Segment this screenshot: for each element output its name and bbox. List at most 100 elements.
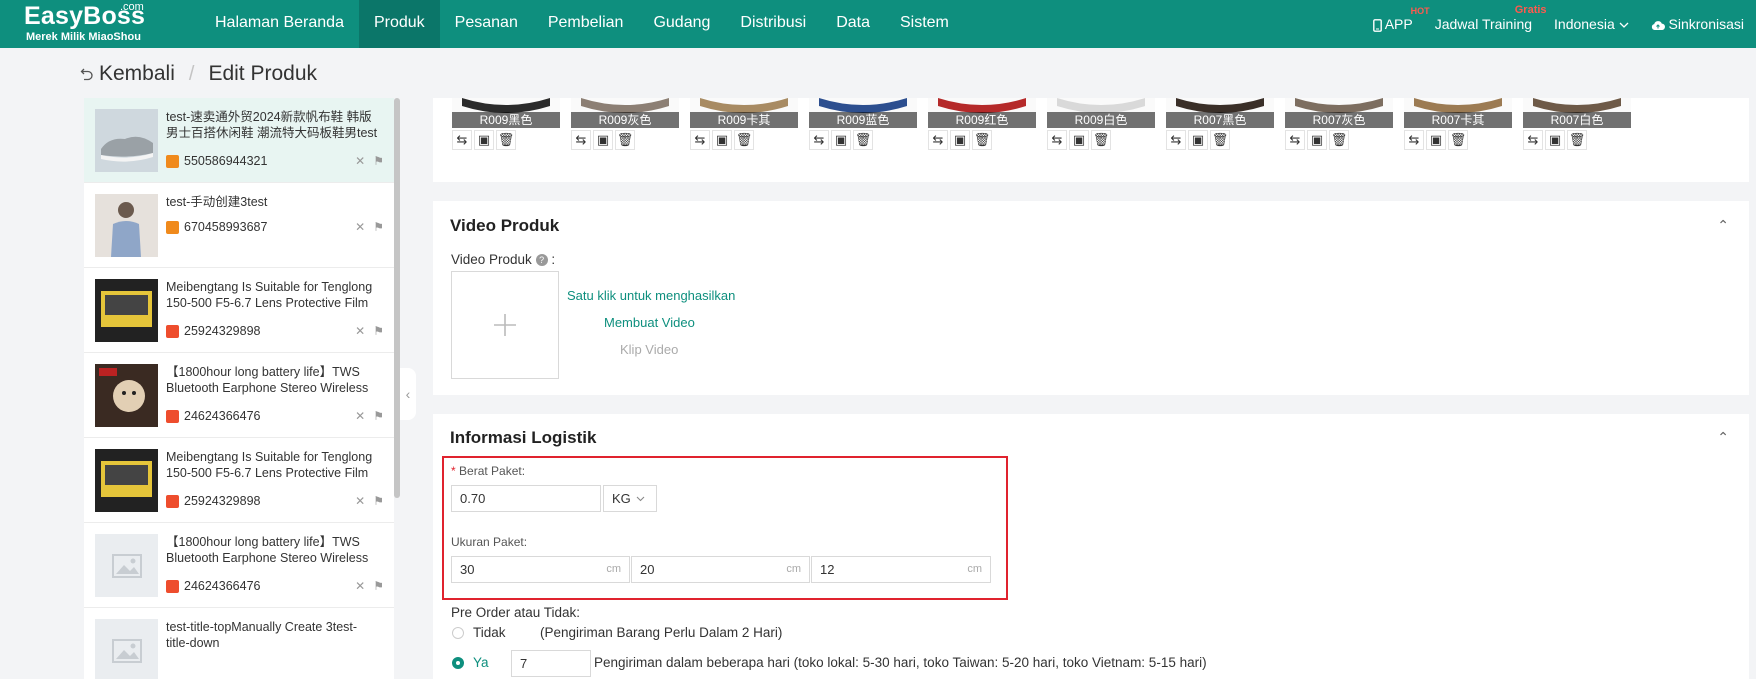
trash-icon[interactable]: 🗑	[853, 130, 873, 150]
video-field-label: Video Produk ? :	[451, 252, 556, 267]
image-icon[interactable]: ▣	[712, 130, 732, 150]
close-icon[interactable]: ✕	[355, 154, 365, 168]
close-icon[interactable]: ✕	[355, 494, 365, 508]
nav-item-pembelian[interactable]: Pembelian	[533, 0, 639, 48]
sync-button[interactable]: Sinkronisasi	[1651, 16, 1744, 32]
image-icon[interactable]: ▣	[1069, 130, 1089, 150]
product-list-item[interactable]: test-速卖通外贸2024新款帆布鞋 韩版男士百搭休闲鞋 潮流特大码板鞋男te…	[84, 98, 394, 183]
product-list-scrollbar[interactable]	[394, 98, 400, 498]
weight-input[interactable]: 0.70	[451, 485, 601, 512]
preorder-yes-radio[interactable]	[452, 657, 464, 669]
product-title: 【1800hour long battery life】TWS Bluetoot…	[166, 535, 369, 565]
flag-icon[interactable]: ⚑	[373, 324, 384, 338]
video-upload-box[interactable]	[451, 271, 559, 379]
preorder-no-label[interactable]: Tidak	[473, 625, 506, 640]
image-icon[interactable]: ▣	[1188, 130, 1208, 150]
trash-icon[interactable]: 🗑	[734, 130, 754, 150]
language-select[interactable]: Indonesia	[1554, 16, 1629, 32]
width-input[interactable]: 20 cm	[631, 556, 810, 583]
product-list-item[interactable]: 【1800hour long battery life】TWS Bluetoot…	[84, 523, 394, 608]
product-list-item[interactable]: test-手动创建3test 670458993687 ✕ ⚑	[84, 183, 394, 268]
trash-icon[interactable]: 🗑	[1567, 130, 1587, 150]
image-icon[interactable]: ▣	[1426, 130, 1446, 150]
close-icon[interactable]: ✕	[355, 220, 365, 234]
image-icon[interactable]: ▣	[593, 130, 613, 150]
product-list-item[interactable]: Meibengtang Is Suitable for Tenglong 150…	[84, 268, 394, 353]
product-list-item[interactable]: 【1800hour long battery life】TWS Bluetoot…	[84, 353, 394, 438]
auto-generate-video-link[interactable]: Satu klik untuk menghasilkan	[567, 288, 735, 303]
trash-icon[interactable]: 🗑	[1329, 130, 1349, 150]
close-icon[interactable]: ✕	[355, 324, 365, 338]
preorder-no-radio[interactable]	[452, 627, 464, 639]
flag-icon[interactable]: ⚑	[373, 154, 384, 168]
back-link[interactable]: Kembali	[80, 62, 175, 86]
variant-thumbnail: R009灰色	[571, 98, 679, 128]
trash-icon[interactable]: 🗑	[615, 130, 635, 150]
trash-icon[interactable]: 🗑	[972, 130, 992, 150]
flag-icon[interactable]: ⚑	[373, 220, 384, 234]
replace-icon[interactable]: ⇆	[809, 130, 829, 150]
flag-icon[interactable]: ⚑	[373, 494, 384, 508]
preorder-yes-label[interactable]: Ya	[473, 655, 489, 670]
replace-icon[interactable]: ⇆	[1047, 130, 1067, 150]
collapse-up-icon[interactable]: ⌃	[1717, 217, 1729, 234]
image-icon[interactable]: ▣	[474, 130, 494, 150]
trash-icon[interactable]: 🗑	[1210, 130, 1230, 150]
training-link[interactable]: Jadwal Training Gratis	[1435, 4, 1547, 32]
variant-image[interactable]: R009红色 ⇆ ▣ 🗑	[928, 98, 1036, 150]
preorder-days-input[interactable]: 7	[511, 650, 591, 677]
trash-icon[interactable]: 🗑	[1448, 130, 1468, 150]
collapse-panel-handle[interactable]: ‹	[400, 368, 416, 420]
nav-item-sistem[interactable]: Sistem	[885, 0, 964, 48]
flag-icon[interactable]: ⚑	[373, 579, 384, 593]
nav-item-data[interactable]: Data	[821, 0, 885, 48]
collapse-up-icon[interactable]: ⌃	[1717, 429, 1729, 446]
replace-icon[interactable]: ⇆	[1166, 130, 1186, 150]
store-badge-icon	[166, 324, 179, 338]
length-input[interactable]: 30 cm	[451, 556, 630, 583]
nav-item-distribusi[interactable]: Distribusi	[725, 0, 821, 48]
image-icon[interactable]: ▣	[950, 130, 970, 150]
variant-image[interactable]: R007黑色 ⇆ ▣ 🗑	[1166, 98, 1274, 150]
app-link[interactable]: APP HOT	[1372, 6, 1430, 32]
clip-video-link[interactable]: Klip Video	[620, 342, 678, 357]
product-list-item[interactable]: Meibengtang Is Suitable for Tenglong 150…	[84, 438, 394, 523]
make-video-link[interactable]: Membuat Video	[604, 315, 695, 330]
trash-icon[interactable]: 🗑	[496, 130, 516, 150]
replace-icon[interactable]: ⇆	[452, 130, 472, 150]
variant-image[interactable]: R007白色 ⇆ ▣ 🗑	[1523, 98, 1631, 150]
close-icon[interactable]: ✕	[355, 409, 365, 423]
variant-image[interactable]: R009卡其 ⇆ ▣ 🗑	[690, 98, 798, 150]
nav-item-pesanan[interactable]: Pesanan	[440, 0, 533, 48]
chevron-down-icon	[1619, 22, 1629, 29]
nav-item-gudang[interactable]: Gudang	[638, 0, 725, 48]
product-list-item[interactable]: test-title-topManually Create 3test-titl…	[84, 608, 394, 679]
close-icon[interactable]: ✕	[355, 579, 365, 593]
variant-image[interactable]: R009蓝色 ⇆ ▣ 🗑	[809, 98, 917, 150]
weight-unit-select[interactable]: KG	[603, 485, 657, 512]
trash-icon[interactable]: 🗑	[1091, 130, 1111, 150]
variant-image[interactable]: R009白色 ⇆ ▣ 🗑	[1047, 98, 1155, 150]
height-input[interactable]: 12 cm	[811, 556, 991, 583]
image-icon[interactable]: ▣	[1307, 130, 1327, 150]
product-thumbnail	[95, 279, 158, 342]
preorder-yes-description: Pengiriman dalam beberapa hari (toko lok…	[594, 655, 1207, 670]
variant-image[interactable]: R009灰色 ⇆ ▣ 🗑	[571, 98, 679, 150]
replace-icon[interactable]: ⇆	[928, 130, 948, 150]
replace-icon[interactable]: ⇆	[1285, 130, 1305, 150]
image-icon[interactable]: ▣	[831, 130, 851, 150]
image-icon[interactable]: ▣	[1545, 130, 1565, 150]
flag-icon[interactable]: ⚑	[373, 409, 384, 423]
variant-image[interactable]: R007灰色 ⇆ ▣ 🗑	[1285, 98, 1393, 150]
help-icon[interactable]: ?	[535, 254, 548, 266]
replace-icon[interactable]: ⇆	[1523, 130, 1543, 150]
replace-icon[interactable]: ⇆	[571, 130, 591, 150]
variant-image[interactable]: R007卡其 ⇆ ▣ 🗑	[1404, 98, 1512, 150]
nav-item-produk[interactable]: Produk	[358, 0, 440, 48]
store-badge-icon	[166, 579, 179, 593]
replace-icon[interactable]: ⇆	[690, 130, 710, 150]
replace-icon[interactable]: ⇆	[1404, 130, 1424, 150]
variant-image[interactable]: R009黑色 ⇆ ▣ 🗑	[452, 98, 560, 150]
nav-item-beranda[interactable]: Halaman Beranda	[200, 0, 359, 48]
brand-logo[interactable]: EasyBoss .com Merek Milik MiaoShou	[0, 0, 200, 48]
